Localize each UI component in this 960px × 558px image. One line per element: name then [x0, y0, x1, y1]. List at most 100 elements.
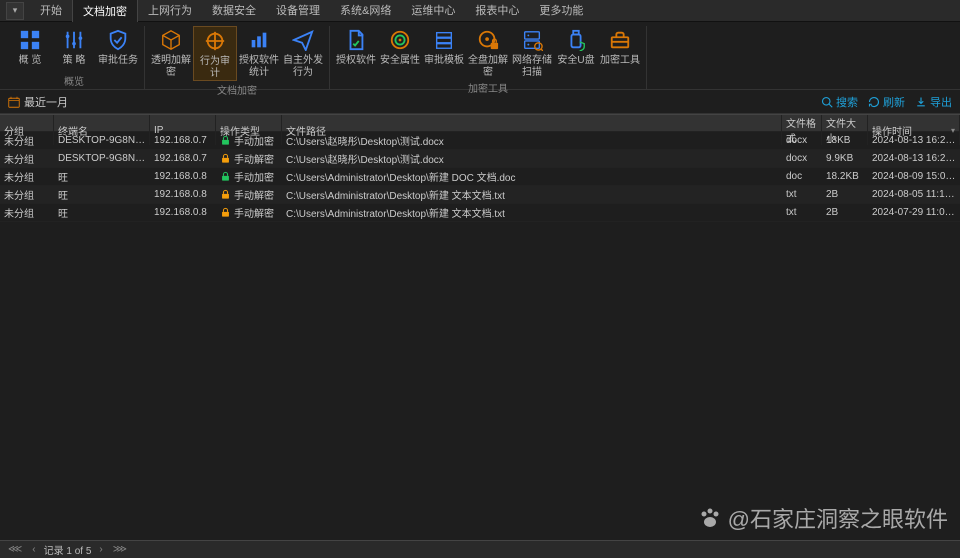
cell-time: 2024-08-05 11:16:15 [868, 189, 960, 200]
cell-ip: 192.168.0.7 [150, 135, 216, 146]
ribbon-btn-label: 审批模板 [424, 55, 464, 67]
cell-fmt: txt [782, 207, 822, 218]
paw-icon [698, 506, 722, 530]
cell-size: 18KB [822, 135, 868, 146]
cell-host: 旺 [54, 205, 150, 220]
ribbon-btn-label: 审批任务 [98, 55, 138, 67]
lock-icon [220, 189, 231, 200]
cell-path: C:\Users\Administrator\Desktop\新建 文本文档.t… [282, 205, 782, 220]
ribbon-btn-stack[interactable]: 审批模板 [422, 26, 466, 79]
ribbon-btn-label: 安全U盘 [557, 55, 594, 67]
watermark: @石家庄洞察之眼软件 [698, 502, 948, 534]
ribbon-btn-toolbox[interactable]: 加密工具 [598, 26, 642, 79]
cell-time: 2024-07-29 11:05:03 [868, 207, 960, 218]
tab-strip: ▾ 开始文档加密上网行为数据安全设备管理系统&网络运维中心报表中心更多功能 [0, 0, 960, 22]
ribbon-btn-label: 透明加解密 [151, 55, 191, 79]
ribbon-btn-send[interactable]: 自主外发行为 [281, 26, 325, 81]
cell-time: 2024-08-13 16:27:50 [868, 153, 960, 164]
ribbon-btn-disk-lock[interactable]: 全盘加解密 [466, 26, 510, 79]
cell-path: C:\Users\Administrator\Desktop\新建 文本文档.t… [282, 187, 782, 202]
refresh-button[interactable]: 刷新 [868, 94, 905, 110]
ribbon: 概 览 策 略审批任务概览透明加解密行为审计授权软件统计自主外发行为文档加密授权软… [0, 22, 960, 90]
lock-icon [220, 207, 231, 218]
ribbon-btn-document[interactable]: 授权软件 [334, 26, 378, 79]
cell-group: 未分组 [0, 151, 54, 166]
table-row[interactable]: 未分组旺192.168.0.8手动解密C:\Users\Administrato… [0, 186, 960, 204]
nav-next[interactable]: › [97, 544, 104, 555]
tab-4[interactable]: 设备管理 [266, 0, 330, 22]
tab-7[interactable]: 报表中心 [465, 0, 529, 22]
ribbon-btn-label: 概 览 [19, 55, 42, 67]
ribbon-btn-crosshair[interactable]: 行为审计 [193, 26, 237, 81]
ribbon-btn-shield-check[interactable]: 审批任务 [96, 26, 140, 72]
ribbon-btn-grid[interactable]: 概 览 [8, 26, 52, 72]
ribbon-btn-label: 策 略 [63, 55, 86, 67]
cell-ip: 192.168.0.8 [150, 207, 216, 218]
ribbon-btn-network[interactable]: 网络存储扫描 [510, 26, 554, 79]
ribbon-group-label: 文档加密 [149, 81, 325, 98]
cell-ip: 192.168.0.8 [150, 171, 216, 182]
refresh-label: 刷新 [883, 94, 905, 110]
tab-6[interactable]: 运维中心 [401, 0, 465, 22]
cell-host: DESKTOP-9G8NA80 [54, 135, 150, 146]
search-button[interactable]: 搜索 [821, 94, 858, 110]
lock-icon [220, 135, 231, 146]
cell-fmt: doc [782, 171, 822, 182]
tab-2[interactable]: 上网行为 [138, 0, 202, 22]
nav-first[interactable]: ⋘ [6, 544, 24, 555]
lock-icon [220, 171, 231, 182]
ribbon-btn-usb-shield[interactable]: 安全U盘 [554, 26, 598, 79]
ribbon-btn-sliders[interactable]: 策 略 [52, 26, 96, 72]
table-row[interactable]: 未分组旺192.168.0.8手动加密C:\Users\Administrato… [0, 168, 960, 186]
table-row[interactable]: 未分组DESKTOP-9G8NA80192.168.0.7手动加密C:\User… [0, 132, 960, 150]
cell-group: 未分组 [0, 205, 54, 220]
tab-3[interactable]: 数据安全 [202, 0, 266, 22]
cell-size: 2B [822, 189, 868, 200]
table-row[interactable]: 未分组DESKTOP-9G8NA80192.168.0.7手动解密C:\User… [0, 150, 960, 168]
cell-path: C:\Users\赵晓彤\Desktop\测试.docx [282, 151, 782, 166]
cell-size: 18.2KB [822, 171, 868, 182]
date-filter[interactable]: 最近一月 [24, 94, 68, 110]
export-icon [915, 96, 927, 108]
cell-path: C:\Users\Administrator\Desktop\新建 DOC 文档… [282, 169, 782, 184]
ribbon-btn-label: 自主外发行为 [283, 55, 323, 79]
tab-8[interactable]: 更多功能 [529, 0, 593, 22]
app-menu-button[interactable]: ▾ [6, 2, 24, 20]
cell-fmt: docx [782, 153, 822, 164]
tab-0[interactable]: 开始 [30, 0, 72, 22]
ribbon-btn-label: 加密工具 [600, 55, 640, 67]
ribbon-btn-label: 全盘加解密 [468, 55, 508, 79]
ribbon-btn-label: 网络存储扫描 [512, 55, 552, 79]
cell-host: 旺 [54, 187, 150, 202]
ribbon-group-label: 概览 [8, 72, 140, 89]
cell-size: 2B [822, 207, 868, 218]
cell-host: DESKTOP-9G8NA80 [54, 153, 150, 164]
search-icon [821, 96, 833, 108]
tab-1[interactable]: 文档加密 [72, 0, 138, 22]
table-header: 分组 终端名 IP 操作类型 文件路径 文件格式 文件大小 操作时间 [0, 114, 960, 132]
ribbon-btn-bar-chart[interactable]: 授权软件统计 [237, 26, 281, 81]
cell-fmt: txt [782, 189, 822, 200]
ribbon-btn-bullseye[interactable]: 安全属性 [378, 26, 422, 79]
ribbon-btn-cube[interactable]: 透明加解密 [149, 26, 193, 81]
watermark-text: @石家庄洞察之眼软件 [728, 502, 948, 534]
nav-prev[interactable]: ‹ [30, 544, 37, 555]
tab-5[interactable]: 系统&网络 [330, 0, 401, 22]
cell-group: 未分组 [0, 187, 54, 202]
cell-size: 9.9KB [822, 153, 868, 164]
audit-table: 分组 终端名 IP 操作类型 文件路径 文件格式 文件大小 操作时间 未分组DE… [0, 114, 960, 222]
cell-op: 手动解密 [216, 151, 282, 166]
ribbon-group-0: 概 览 策 略审批任务概览 [4, 26, 145, 89]
cell-ip: 192.168.0.8 [150, 189, 216, 200]
table-row[interactable]: 未分组旺192.168.0.8手动解密C:\Users\Administrato… [0, 204, 960, 222]
cell-group: 未分组 [0, 133, 54, 148]
cell-ip: 192.168.0.7 [150, 153, 216, 164]
nav-last[interactable]: ⋙ [111, 544, 129, 555]
ribbon-group-1: 透明加解密行为审计授权软件统计自主外发行为文档加密 [145, 26, 330, 89]
record-indicator: 记录 1 of 5 [44, 542, 92, 557]
ribbon-btn-label: 行为审计 [196, 56, 234, 80]
ribbon-group-label: 加密工具 [334, 79, 642, 96]
export-button[interactable]: 导出 [915, 94, 952, 110]
export-label: 导出 [930, 94, 952, 110]
status-bar: ⋘ ‹ 记录 1 of 5 › ⋙ [0, 540, 960, 558]
